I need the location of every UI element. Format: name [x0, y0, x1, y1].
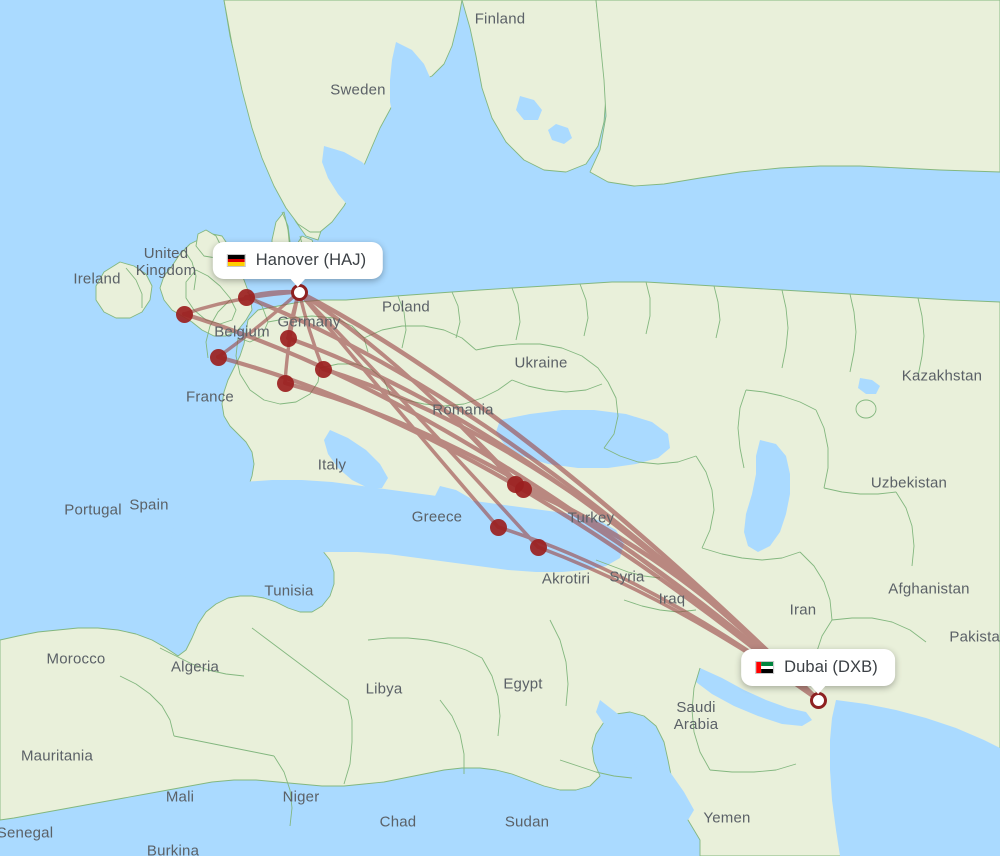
- germany-flag-icon: [226, 254, 246, 267]
- airport-dot-london[interactable]: [175, 305, 193, 323]
- uae-flag-icon: [755, 661, 775, 674]
- airport-tooltip-dxb[interactable]: Dubai (DXB): [741, 649, 895, 694]
- tooltip-label: Hanover (HAJ): [255, 251, 367, 269]
- airport-dot-izmir[interactable]: [489, 518, 507, 536]
- flight-route-map[interactable]: Finland Sweden Ireland United Kingdom Poland…: [0, 0, 1000, 856]
- airport-dot-istanbul-b[interactable]: [514, 480, 532, 498]
- airport-tooltip-haj[interactable]: Hanover (HAJ): [212, 242, 384, 287]
- airport-dot-paris[interactable]: [209, 348, 227, 366]
- airport-dot-frankfurt[interactable]: [279, 329, 297, 347]
- hub-marker-dxb[interactable]: [809, 691, 827, 709]
- airport-dot-amsterdam[interactable]: [237, 288, 255, 306]
- map-canvas: [0, 0, 1000, 856]
- airport-dot-munich[interactable]: [314, 360, 332, 378]
- airport-dot-zurich[interactable]: [276, 374, 294, 392]
- tooltip-label: Dubai (DXB): [784, 658, 878, 676]
- airport-dot-antalya[interactable]: [529, 538, 547, 556]
